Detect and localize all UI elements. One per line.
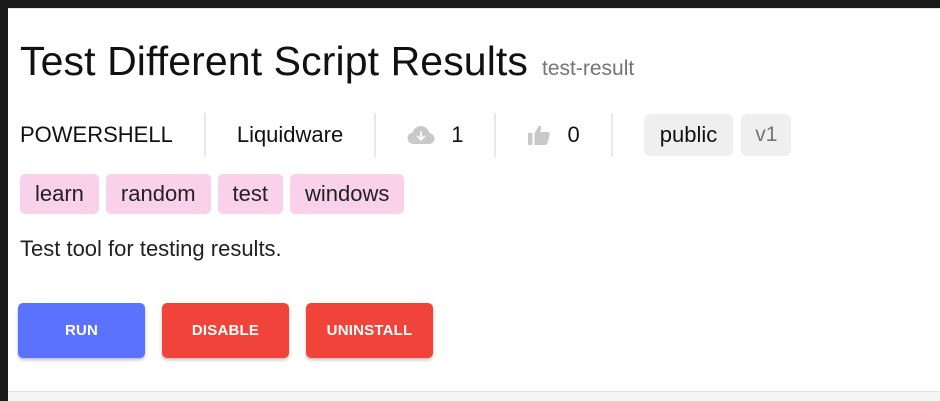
thumbs-up-icon [527,124,551,146]
downloads-stat: 1 [407,113,463,157]
version-chip: v1 [741,114,792,156]
cloud-download-icon [407,125,435,145]
meta-row: POWERSHELL Liquidware 1 0 public v1 [20,113,792,157]
tag-list: learn random test windows [20,174,405,214]
meta-divider [610,113,613,157]
uninstall-button[interactable]: UNINSTALL [306,303,433,358]
tag-chip[interactable]: learn [20,174,99,214]
script-description: Test tool for testing results. [20,236,282,261]
action-buttons: RUN DISABLE UNINSTALL [18,303,433,358]
visibility-chip: public [643,114,734,156]
language-label: POWERSHELL [20,122,173,147]
meta-divider [494,113,497,157]
downloads-count: 1 [451,122,464,147]
tag-chip[interactable]: test [217,174,283,214]
meta-divider [203,113,206,157]
script-title: Test Different Script Results [20,38,528,84]
disable-button[interactable]: DISABLE [162,303,289,358]
title-row: Test Different Script Results test-resul… [20,38,634,85]
card-footer-divider [8,391,940,401]
run-button[interactable]: RUN [18,303,145,358]
tag-chip[interactable]: windows [289,174,405,214]
author-label: Liquidware [236,122,344,147]
meta-divider [374,113,377,157]
likes-count: 0 [567,122,580,147]
tag-chip[interactable]: random [105,174,211,214]
script-slug: test-result [542,57,635,80]
likes-stat: 0 [527,113,580,157]
